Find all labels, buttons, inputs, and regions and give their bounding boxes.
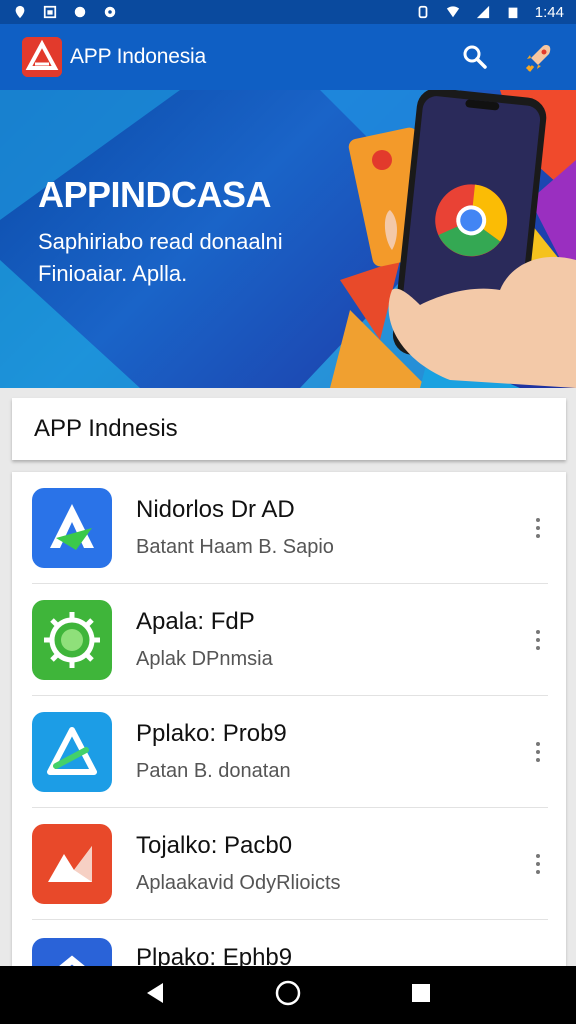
more-options-button[interactable] bbox=[528, 844, 548, 884]
sync-icon bbox=[104, 6, 116, 18]
app-icon bbox=[32, 823, 112, 904]
app-icon bbox=[32, 711, 112, 792]
banner-title: APPINDCASA bbox=[38, 174, 272, 215]
chevron-icon bbox=[59, 955, 85, 966]
list-item[interactable]: Pplako: Prob9 Patan B. donatan bbox=[32, 696, 548, 808]
battery-icon bbox=[508, 7, 518, 19]
app-bar: APP Indonesia bbox=[0, 24, 576, 90]
cloud-icon bbox=[74, 6, 86, 18]
app-title: Plpako: Ephb9 bbox=[136, 944, 293, 966]
recents-icon bbox=[411, 983, 430, 1002]
recents-button[interactable] bbox=[409, 981, 433, 1010]
location-icon bbox=[15, 5, 25, 19]
banner-subtitle-line1: Saphiriabo read donaalni bbox=[38, 229, 283, 254]
gear-sun-icon bbox=[44, 611, 100, 668]
app-subtitle: Aplak DPnmsia bbox=[136, 648, 273, 670]
status-time: 1:44 bbox=[534, 3, 564, 21]
app-icon bbox=[32, 938, 112, 966]
app-subtitle: Batant Haam B. Sapio bbox=[136, 536, 334, 558]
app-icon bbox=[32, 487, 112, 568]
banner-text: APPINDCASA Saphiriabo read donaalni Fini… bbox=[38, 174, 283, 290]
status-notifications bbox=[12, 5, 118, 19]
section-title: APP Indnesis bbox=[34, 415, 178, 442]
more-options-button[interactable] bbox=[528, 508, 548, 548]
more-options-button[interactable] bbox=[528, 620, 548, 660]
search-icon bbox=[463, 45, 487, 69]
a-arrow-icon bbox=[50, 503, 94, 550]
list-item[interactable]: Nidorlos Dr AD Batant Haam B. Sapio bbox=[32, 472, 548, 584]
trend-icon bbox=[48, 845, 92, 882]
app-title: APP Indonesia bbox=[70, 45, 206, 68]
status-bar: 1:44 bbox=[0, 0, 576, 24]
app-title: Tojalko: Pacb0 bbox=[136, 832, 293, 859]
home-icon bbox=[275, 980, 301, 1005]
app-title: Apala: FdP bbox=[136, 608, 255, 635]
home-button[interactable] bbox=[274, 979, 302, 1012]
back-button[interactable] bbox=[143, 981, 167, 1010]
app-title: Pplako: Prob9 bbox=[136, 720, 287, 747]
more-options-button[interactable] bbox=[528, 732, 548, 772]
vibrate-icon bbox=[418, 5, 428, 19]
list-item[interactable]: Tojalko: Pacb0 Aplaakavid OdyRlioicts bbox=[32, 808, 548, 920]
signal-icon bbox=[476, 5, 489, 19]
logo-icon bbox=[22, 37, 62, 77]
calendar-icon bbox=[43, 5, 57, 19]
status-system: 1:44 bbox=[415, 4, 564, 21]
a-store-icon bbox=[47, 726, 97, 775]
rocket-button[interactable] bbox=[524, 42, 554, 72]
list-item[interactable]: Plpako: Ephb9 bbox=[32, 920, 548, 966]
rocket-icon bbox=[525, 45, 551, 72]
wifi-icon bbox=[446, 6, 459, 18]
app-subtitle: Patan B. donatan bbox=[136, 760, 291, 782]
promo-banner[interactable]: APPINDCASA Saphiriabo read donaalni Fini… bbox=[0, 90, 576, 388]
list-item[interactable]: Apala: FdP Aplak DPnmsia bbox=[32, 584, 548, 696]
app-list: Nidorlos Dr AD Batant Haam B. Sapio Apal… bbox=[12, 472, 566, 966]
app-subtitle: Aplaakavid OdyRlioicts bbox=[136, 872, 341, 894]
back-icon bbox=[147, 982, 164, 1003]
app-icon bbox=[32, 599, 112, 680]
app-logo bbox=[22, 37, 62, 77]
section-header: APP Indnesis bbox=[12, 398, 566, 460]
banner-subtitle-line2: Finioaiar. Aplla. bbox=[38, 261, 188, 286]
app-title: Nidorlos Dr AD bbox=[136, 496, 295, 523]
navigation-bar bbox=[0, 966, 576, 1024]
search-button[interactable] bbox=[460, 42, 490, 72]
